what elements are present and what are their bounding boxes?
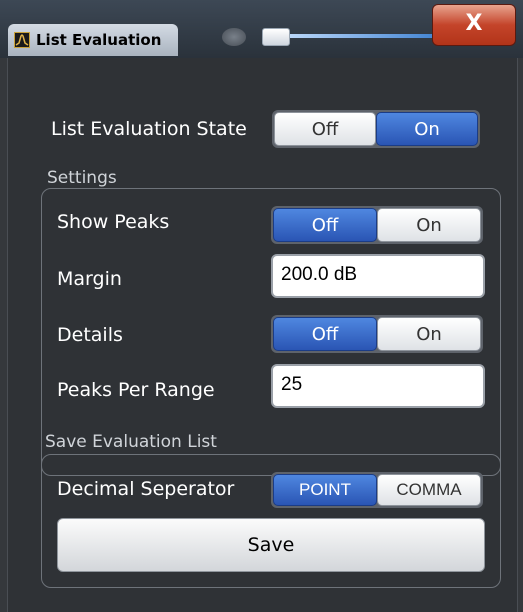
dialog-content: List Evaluation State Off On Settings Sh… bbox=[7, 58, 518, 612]
spectrum-icon bbox=[14, 32, 30, 48]
margin-label: Margin bbox=[57, 268, 122, 290]
list-evaluation-state-off-button[interactable]: Off bbox=[274, 112, 376, 146]
show-peaks-off-button[interactable]: Off bbox=[273, 208, 377, 242]
details-off-button[interactable]: Off bbox=[273, 317, 377, 351]
list-evaluation-dialog: List Evaluation X List Evaluation State … bbox=[0, 0, 523, 612]
details-label: Details bbox=[57, 324, 123, 346]
settings-section-title: Settings bbox=[47, 168, 117, 188]
list-evaluation-state-on-button[interactable]: On bbox=[376, 112, 478, 146]
show-peaks-toggle: Off On bbox=[271, 206, 483, 244]
close-button[interactable]: X bbox=[432, 4, 516, 46]
title-bar: List Evaluation X bbox=[0, 0, 523, 58]
dialog-tab: List Evaluation bbox=[8, 24, 178, 56]
window-decoration-handle bbox=[262, 28, 290, 46]
details-on-button[interactable]: On bbox=[377, 317, 481, 351]
dialog-title: List Evaluation bbox=[36, 31, 162, 49]
details-toggle: Off On bbox=[271, 315, 483, 353]
decimal-separator-toggle: POINT COMMA bbox=[271, 472, 483, 508]
window-decoration-line bbox=[266, 34, 446, 38]
show-peaks-on-button[interactable]: On bbox=[377, 208, 481, 242]
decimal-separator-point-button[interactable]: POINT bbox=[273, 474, 377, 506]
decimal-separator-label: Decimal Seperator bbox=[57, 478, 235, 500]
save-button[interactable]: Save bbox=[57, 518, 485, 572]
peaks-per-range-input[interactable]: 25 bbox=[271, 364, 485, 408]
peaks-per-range-label: Peaks Per Range bbox=[57, 379, 215, 401]
list-evaluation-state-toggle: Off On bbox=[272, 110, 480, 148]
list-evaluation-state-label: List Evaluation State bbox=[51, 118, 247, 140]
margin-input[interactable]: 200.0 dB bbox=[271, 254, 485, 298]
save-evaluation-list-section-title: Save Evaluation List bbox=[45, 432, 217, 452]
window-decoration bbox=[222, 28, 246, 46]
decimal-separator-comma-button[interactable]: COMMA bbox=[377, 474, 481, 506]
show-peaks-label: Show Peaks bbox=[57, 211, 170, 233]
